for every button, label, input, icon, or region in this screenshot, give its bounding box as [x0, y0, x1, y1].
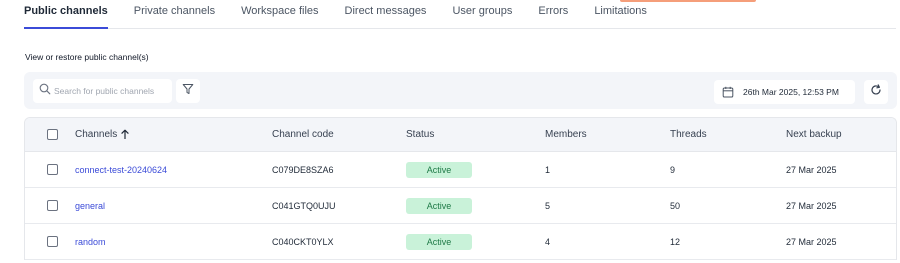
table-header: Channels Channel code Status Members Thr… — [25, 118, 896, 152]
column-header-threads: Threads — [670, 129, 707, 140]
row-checkbox[interactable] — [47, 164, 58, 175]
channel-code: C041GTQ0UJU — [272, 200, 336, 211]
column-header-channel-code: Channel code — [272, 129, 334, 140]
row-checkbox[interactable] — [47, 236, 58, 247]
channel-link[interactable]: random — [75, 224, 106, 259]
filter-button[interactable] — [176, 79, 200, 103]
search-input[interactable] — [54, 86, 166, 96]
tab-private-channels[interactable]: Private channels — [134, 0, 215, 29]
column-header-status: Status — [406, 129, 435, 140]
filter-icon — [182, 82, 194, 100]
select-all-checkbox[interactable] — [47, 129, 58, 140]
search-box[interactable] — [33, 79, 172, 103]
table-row: general C041GTQ0UJU Active 5 50 27 Mar 2… — [25, 188, 896, 224]
toolbar: 26th Mar 2025, 12:53 PM — [24, 72, 897, 109]
column-header-members: Members — [545, 129, 587, 140]
tab-limitations[interactable]: Limitations — [594, 0, 647, 29]
search-icon — [39, 82, 51, 100]
section-label: View or restore public channel(s) — [25, 52, 149, 62]
row-checkbox[interactable] — [47, 200, 58, 211]
channel-code: C079DE8SZA6 — [272, 164, 334, 175]
column-header-next-backup: Next backup — [786, 129, 842, 140]
tab-direct-messages[interactable]: Direct messages — [345, 0, 427, 29]
status-badge: Active — [406, 197, 472, 214]
table-row: connect-test-20240624 C079DE8SZA6 Active… — [25, 152, 896, 188]
threads-count: 50 — [670, 200, 681, 211]
channel-code: C040CKT0YLX — [272, 236, 334, 247]
channel-link[interactable]: connect-test-20240624 — [75, 152, 167, 187]
next-backup-date: 27 Mar 2025 — [786, 236, 837, 247]
column-header-channels[interactable]: Channels — [75, 118, 130, 151]
next-backup-date: 27 Mar 2025 — [786, 200, 837, 211]
tab-errors[interactable]: Errors — [538, 0, 568, 29]
tab-bar: Public channels Private channels Workspa… — [24, 0, 896, 29]
date-picker-button[interactable]: 26th Mar 2025, 12:53 PM — [714, 80, 855, 104]
members-count: 4 — [545, 236, 551, 247]
table-row: random C040CKT0YLX Active 4 12 27 Mar 20… — [25, 224, 896, 260]
column-header-channels-label: Channels — [75, 129, 118, 140]
arrow-up-icon — [120, 129, 130, 140]
refresh-button[interactable] — [864, 80, 888, 104]
tab-public-channels[interactable]: Public channels — [24, 0, 108, 29]
date-picker-value: 26th Mar 2025, 12:53 PM — [743, 87, 839, 97]
tab-user-groups[interactable]: User groups — [452, 0, 512, 29]
threads-count: 9 — [670, 164, 676, 175]
calendar-icon — [722, 86, 734, 98]
status-badge: Active — [406, 233, 472, 250]
threads-count: 12 — [670, 236, 681, 247]
channel-link[interactable]: general — [75, 188, 105, 223]
tab-workspace-files[interactable]: Workspace files — [241, 0, 318, 29]
members-count: 1 — [545, 164, 551, 175]
next-backup-date: 27 Mar 2025 — [786, 164, 837, 175]
members-count: 5 — [545, 200, 551, 211]
status-badge: Active — [406, 161, 472, 178]
refresh-icon — [870, 83, 882, 101]
channels-table: Channels Channel code Status Members Thr… — [24, 117, 897, 260]
